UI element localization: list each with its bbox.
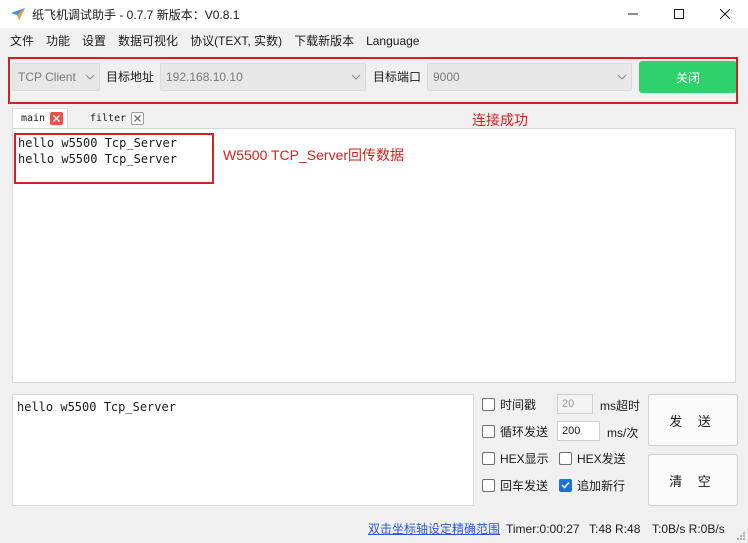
close-icon: [134, 114, 142, 122]
tab-main-label: main: [21, 113, 46, 124]
interval-unit: ms/次: [607, 426, 639, 440]
append-newline-option[interactable]: 追加新行: [559, 476, 625, 494]
toolbar-highlight-frame: [8, 57, 738, 104]
timestamp-checkbox[interactable]: [482, 397, 495, 411]
append-newline-label: 追加新行: [577, 478, 626, 493]
timeout-unit: ms超时: [600, 399, 640, 413]
maximize-icon: [674, 9, 684, 19]
rate-readout: T:0B/s R:0B/s: [652, 522, 725, 536]
tx-rx-count: T:48 R:48: [589, 522, 641, 536]
axis-range-hint-link[interactable]: 双击坐标轴设定精确范围: [368, 520, 500, 538]
loop-send-checkbox[interactable]: [482, 424, 495, 438]
minimize-icon: [628, 13, 638, 15]
received-data-highlight-frame: [14, 133, 214, 184]
received-data-note: W5500 TCP_Server回传数据: [223, 147, 405, 163]
tab-filter[interactable]: filter: [82, 108, 154, 128]
title-bar: 纸飞机调试助手 - 0.7.7 新版本：V0.8.1: [0, 0, 748, 28]
enter-send-checkbox[interactable]: [482, 478, 495, 492]
menu-function[interactable]: 功能: [40, 30, 76, 52]
timer-readout: Timer:0:00:27: [506, 522, 580, 536]
checkmark-icon: [561, 481, 570, 489]
loop-send-label: 循环发送: [500, 424, 549, 439]
send-text: hello w5500 Tcp_Server: [17, 400, 176, 414]
tab-main-close[interactable]: [50, 112, 64, 125]
append-newline-checkbox[interactable]: [559, 478, 572, 492]
timestamp-label: 时间戳: [500, 397, 537, 412]
menu-bar: 文件 功能 设置 数据可视化 协议(TEXT, 实数) 下载新版本 Langua…: [0, 30, 425, 52]
hex-send-label: HEX发送: [577, 451, 626, 466]
window-title: 纸飞机调试助手 - 0.7.7 新版本：V0.8.1: [32, 7, 240, 22]
hex-send-option[interactable]: HEX发送: [559, 449, 626, 467]
enter-send-option[interactable]: 回车发送: [482, 476, 548, 494]
hex-display-label: HEX显示: [500, 451, 549, 466]
enter-send-label: 回车发送: [500, 478, 549, 493]
timestamp-option[interactable]: 时间戳: [482, 395, 536, 413]
interval-input[interactable]: 200: [557, 421, 600, 441]
hex-display-checkbox[interactable]: [482, 451, 495, 465]
close-window-button[interactable]: [702, 0, 748, 28]
menu-download[interactable]: 下载新版本: [288, 30, 360, 52]
loop-send-option[interactable]: 循环发送: [482, 422, 548, 440]
menu-file[interactable]: 文件: [4, 30, 40, 52]
timeout-input[interactable]: 20: [557, 394, 593, 414]
paper-plane-icon: [11, 8, 25, 20]
tab-main[interactable]: main: [12, 108, 68, 128]
hex-send-checkbox[interactable]: [559, 451, 572, 465]
maximize-button[interactable]: [656, 0, 702, 28]
tab-filter-label: filter: [90, 112, 127, 124]
clear-button[interactable]: 清 空: [648, 454, 738, 506]
resize-grip-icon[interactable]: [736, 531, 746, 541]
menu-visualization[interactable]: 数据可视化: [112, 30, 184, 52]
menu-language[interactable]: Language: [360, 30, 425, 52]
menu-settings[interactable]: 设置: [76, 30, 112, 52]
send-input[interactable]: hello w5500 Tcp_Server: [12, 394, 474, 506]
close-icon: [53, 115, 61, 122]
close-icon: [720, 9, 730, 19]
connection-status-note: 连接成功: [472, 112, 528, 128]
menu-protocol[interactable]: 协议(TEXT, 实数): [184, 30, 288, 52]
minimize-button[interactable]: [610, 0, 656, 28]
send-button[interactable]: 发 送: [648, 394, 738, 446]
hex-display-option[interactable]: HEX显示: [482, 449, 549, 467]
tab-filter-close[interactable]: [131, 111, 145, 125]
